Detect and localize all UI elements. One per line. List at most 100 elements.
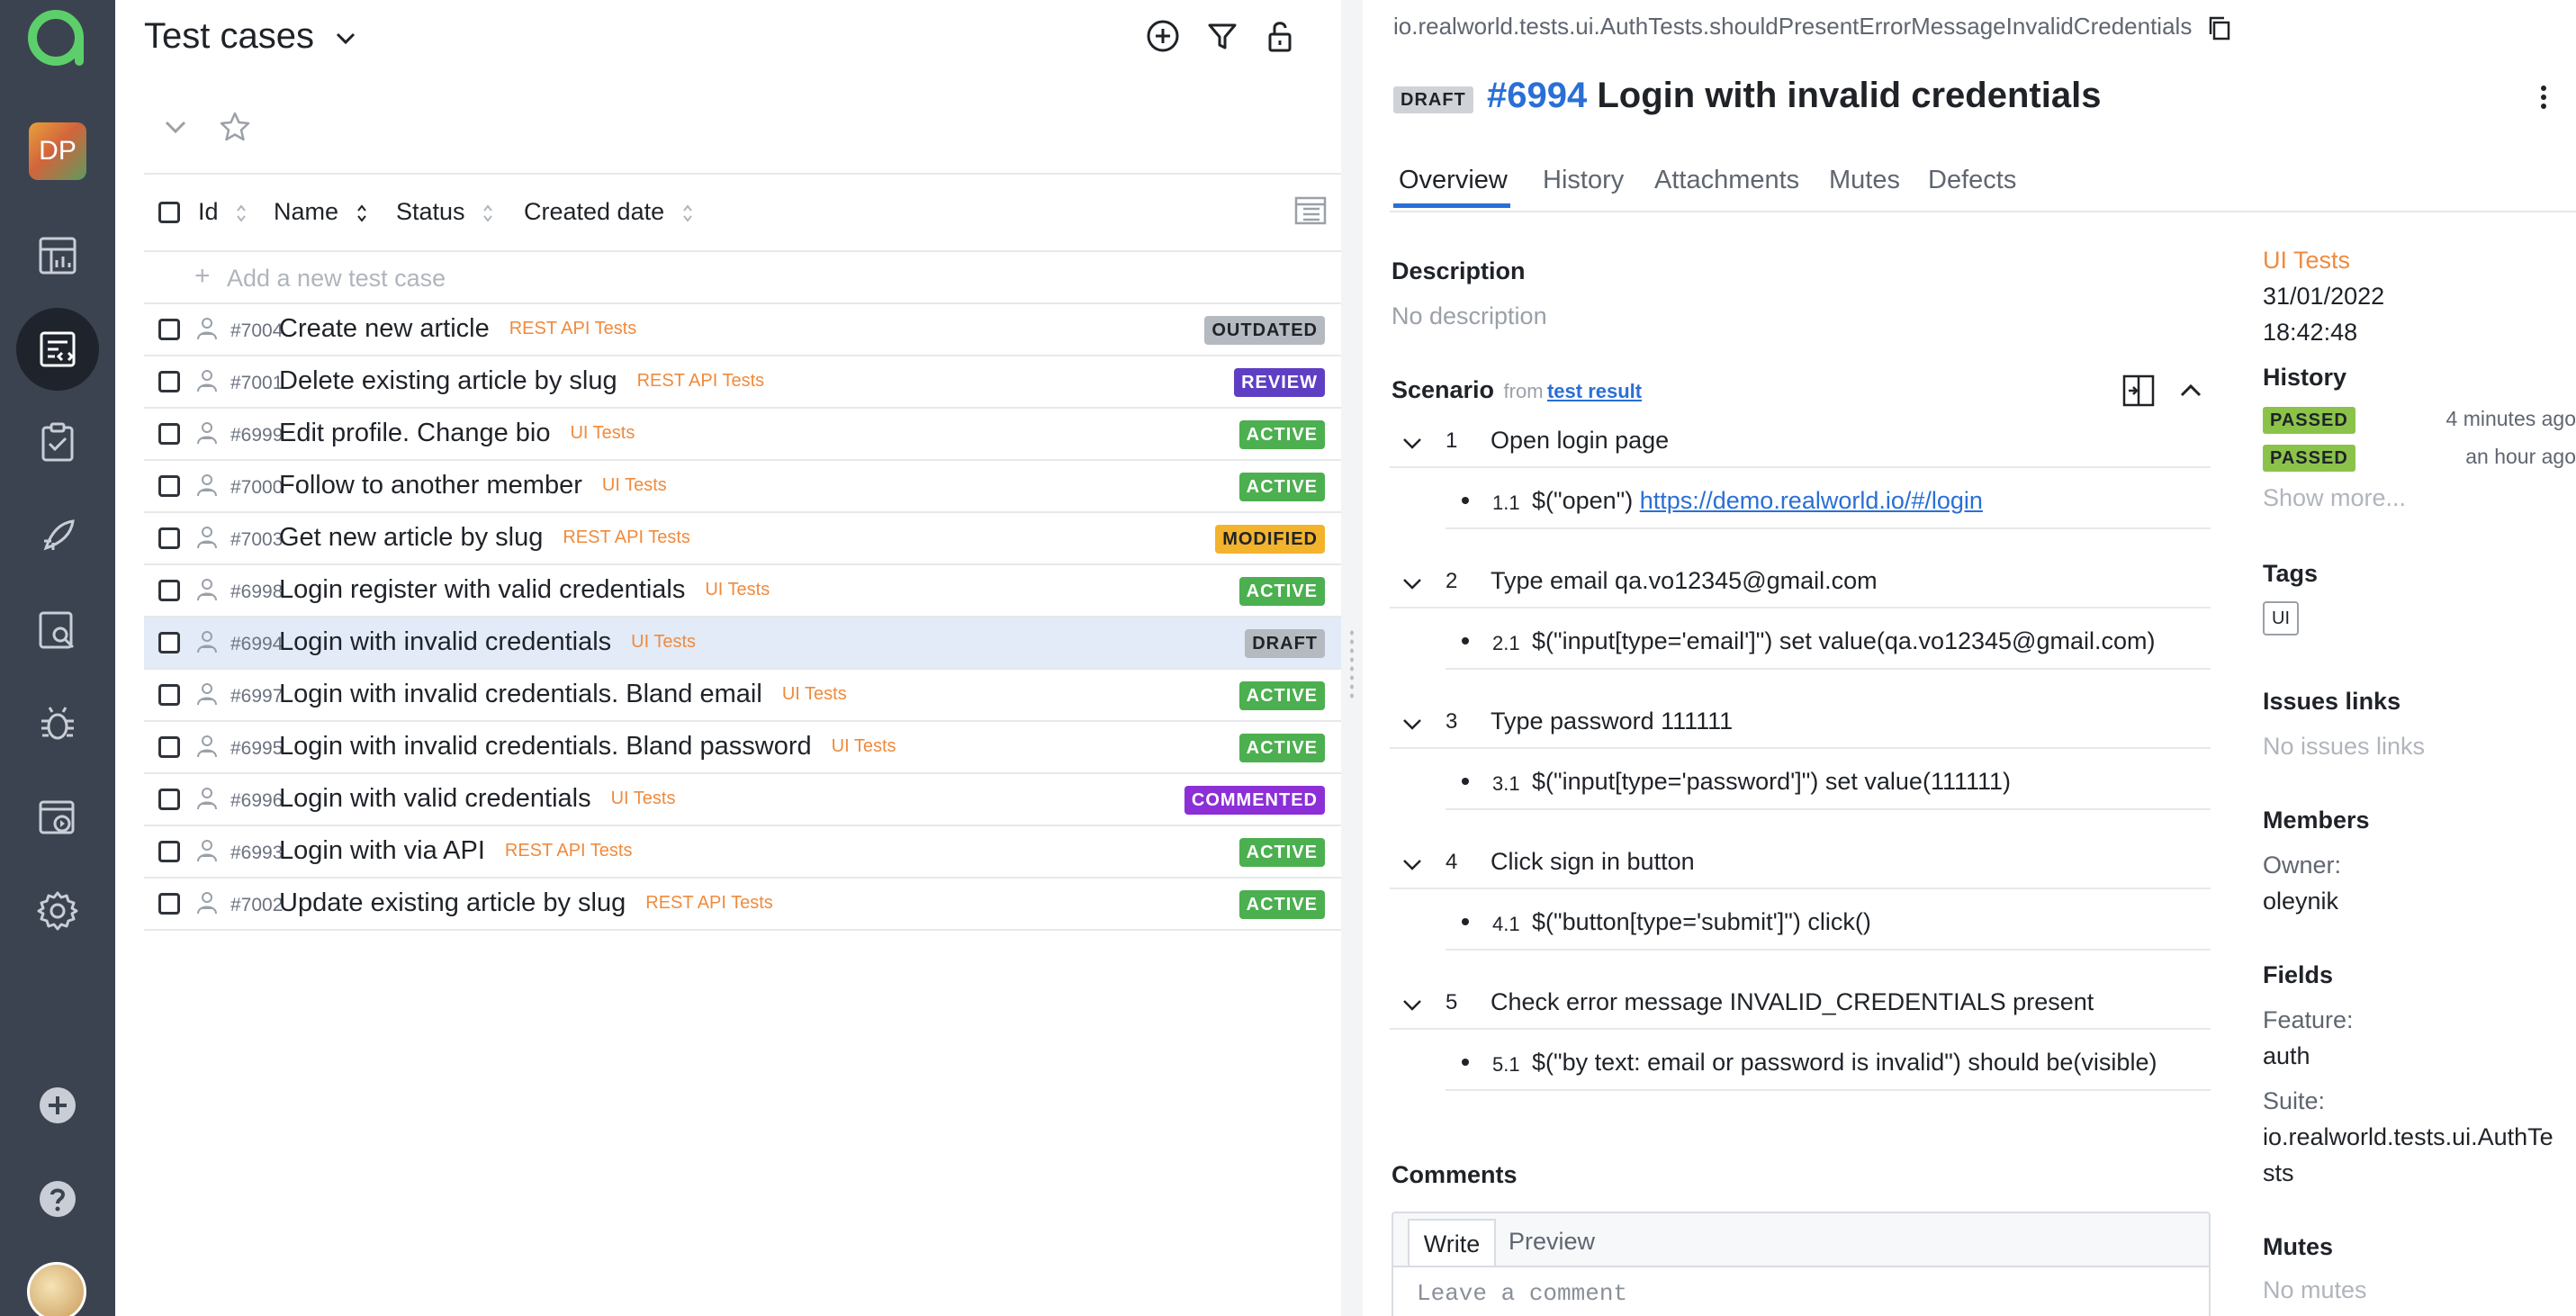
- rocket-icon: [43, 519, 75, 551]
- table-row[interactable]: #7000 Follow to another member UI Tests ACT…: [144, 461, 1343, 513]
- row-checkbox[interactable]: [158, 319, 180, 340]
- comment-input[interactable]: Leave a comment: [1393, 1266, 2209, 1316]
- column-status[interactable]: Status: [396, 198, 493, 226]
- test-case-name: Edit profile. Change bio UI Tests: [279, 419, 635, 448]
- row-checkbox[interactable]: [158, 736, 180, 758]
- test-cases-icon: [40, 331, 76, 367]
- scenario-from: from: [1503, 380, 1544, 402]
- tab-attachments[interactable]: Attachments: [1654, 166, 1799, 195]
- test-case-name-text: Login with invalid credentials. Bland em…: [279, 680, 762, 708]
- settings-nav[interactable]: [16, 870, 99, 952]
- table-row[interactable]: #6998 Login register with valid credentia…: [144, 565, 1343, 617]
- scenario-step[interactable]: 5 Check error message INVALID_CREDENTIALS…: [1390, 978, 2211, 1030]
- panel-splitter[interactable]: [1341, 0, 1363, 1316]
- select-all-checkbox[interactable]: [158, 202, 180, 223]
- comment-write-tab[interactable]: Write: [1408, 1219, 1496, 1267]
- row-checkbox[interactable]: [158, 527, 180, 549]
- favorites-button[interactable]: [218, 110, 252, 149]
- column-created-date[interactable]: Created date: [524, 198, 693, 226]
- table-row[interactable]: #7002 Update existing article by slug REST…: [144, 879, 1343, 931]
- collapse-tree-button[interactable]: [162, 113, 189, 145]
- test-result-link[interactable]: test result: [1547, 380, 1642, 402]
- comment-preview-tab[interactable]: Preview: [1509, 1228, 1595, 1256]
- suite-label: UI Tests: [601, 475, 667, 495]
- table-row[interactable]: #6996 Login with valid credentials UI Test…: [144, 774, 1343, 826]
- show-more-link[interactable]: Show more...: [2263, 484, 2406, 512]
- help-nav[interactable]: [16, 1158, 99, 1240]
- column-settings-button[interactable]: [1293, 193, 1329, 233]
- row-checkbox[interactable]: [158, 841, 180, 862]
- tab-overview[interactable]: Overview: [1399, 166, 1508, 195]
- tag-chip[interactable]: UI: [2263, 601, 2299, 635]
- row-checkbox[interactable]: [158, 371, 180, 392]
- defects-nav[interactable]: [16, 682, 99, 765]
- column-name[interactable]: Name: [274, 198, 367, 226]
- test-cases-panel: Test cases Id Name Status Created date +…: [115, 0, 1343, 1316]
- scenario-step[interactable]: 4 Click sign in button: [1390, 837, 2211, 889]
- app-logo[interactable]: [25, 5, 90, 70]
- scenario-sub-step[interactable]: 1.1 $("open") https://demo.realworld.io/#…: [1446, 473, 2211, 529]
- copy-icon[interactable]: [2206, 14, 2233, 41]
- collapse-scenario-button[interactable]: [2176, 376, 2205, 410]
- launches-nav[interactable]: [16, 495, 99, 578]
- scenario-sub-step[interactable]: 5.1 $("by text: email or password is inva…: [1446, 1035, 2211, 1091]
- history-status-badge[interactable]: PASSED: [2263, 407, 2355, 434]
- table-row[interactable]: #6995 Login with invalid credentials. Bla…: [144, 722, 1343, 774]
- more-actions-button[interactable]: [2533, 81, 2554, 118]
- scenario-step[interactable]: 1 Open login page: [1390, 416, 2211, 468]
- row-checkbox[interactable]: [158, 423, 180, 445]
- test-case-name: Login register with valid credentials UI …: [279, 575, 770, 605]
- scenario-sub-step[interactable]: 3.1 $("input[type='password']") set value…: [1446, 754, 2211, 810]
- suite-link[interactable]: UI Tests: [2263, 247, 2350, 275]
- dashboards-nav[interactable]: [16, 214, 99, 297]
- add-test-case-button[interactable]: [1145, 18, 1181, 59]
- scenario-sub-step[interactable]: 4.1 $("button[type='submit']") click(): [1446, 895, 2211, 951]
- step-url-link[interactable]: https://demo.realworld.io/#/login: [1640, 487, 1983, 514]
- status-badge: DRAFT: [1393, 86, 1473, 113]
- add-test-case-row[interactable]: + Add a new test case: [144, 252, 1343, 304]
- column-id[interactable]: Id: [198, 198, 247, 226]
- row-checkbox[interactable]: [158, 475, 180, 497]
- test-plans-nav[interactable]: [16, 401, 99, 484]
- scenario-step[interactable]: 3 Type password 111111: [1390, 697, 2211, 749]
- tab-history[interactable]: History: [1543, 166, 1624, 195]
- row-checkbox[interactable]: [158, 684, 180, 706]
- create-nav[interactable]: [16, 1064, 99, 1147]
- row-checkbox[interactable]: [158, 789, 180, 810]
- test-case-name: Create new article REST API Tests: [279, 314, 636, 344]
- table-row[interactable]: #6997 Login with invalid credentials. Bla…: [144, 670, 1343, 722]
- test-case-id: #7004: [230, 320, 284, 341]
- table-row[interactable]: #6993 Login with via API REST API Tests ACT…: [144, 826, 1343, 879]
- row-checkbox[interactable]: [158, 893, 180, 915]
- compare-button[interactable]: [2121, 373, 2157, 413]
- test-cases-nav[interactable]: [16, 308, 99, 391]
- project-avatar[interactable]: DP: [29, 122, 86, 180]
- manual-test-icon: [197, 892, 217, 915]
- suite-label: UI Tests: [570, 423, 635, 443]
- jobs-nav[interactable]: [16, 776, 99, 859]
- suite-label: REST API Tests: [636, 371, 765, 391]
- left-rail: DP: [0, 0, 115, 1316]
- row-checkbox[interactable]: [158, 580, 180, 601]
- scenario-sub-step[interactable]: 2.1 $("input[type='email']") set value(qa…: [1446, 614, 2211, 670]
- page-title[interactable]: Test cases: [144, 16, 358, 57]
- table-row[interactable]: #6994 Login with invalid credentials UI Te…: [144, 617, 1343, 670]
- table-row[interactable]: #7001 Delete existing article by slug REST…: [144, 356, 1343, 409]
- lock-button[interactable]: [1262, 18, 1298, 59]
- comment-editor: Write Preview Leave a comment: [1392, 1212, 2211, 1316]
- table-row[interactable]: #7004 Create new article REST API Tests OUT…: [144, 304, 1343, 356]
- test-case-id: #6993: [230, 843, 284, 863]
- table-row[interactable]: #7003 Get new article by slug REST API Tes…: [144, 513, 1343, 565]
- sub-step-text: $("open") https://demo.realworld.io/#/lo…: [1532, 487, 1983, 515]
- row-checkbox[interactable]: [158, 632, 180, 653]
- table-row[interactable]: #6999 Edit profile. Change bio UI Tests ACT…: [144, 409, 1343, 461]
- more-vertical-icon: [2541, 86, 2546, 109]
- test-case-name-text: Edit profile. Change bio: [279, 419, 551, 447]
- user-avatar[interactable]: [27, 1262, 86, 1316]
- history-status-badge[interactable]: PASSED: [2263, 445, 2355, 472]
- analytics-nav[interactable]: [16, 589, 99, 672]
- tab-defects[interactable]: Defects: [1928, 166, 2016, 195]
- filter-button[interactable]: [1204, 18, 1240, 59]
- tab-mutes[interactable]: Mutes: [1829, 166, 1900, 195]
- scenario-step[interactable]: 2 Type email qa.vo12345@gmail.com: [1390, 556, 2211, 608]
